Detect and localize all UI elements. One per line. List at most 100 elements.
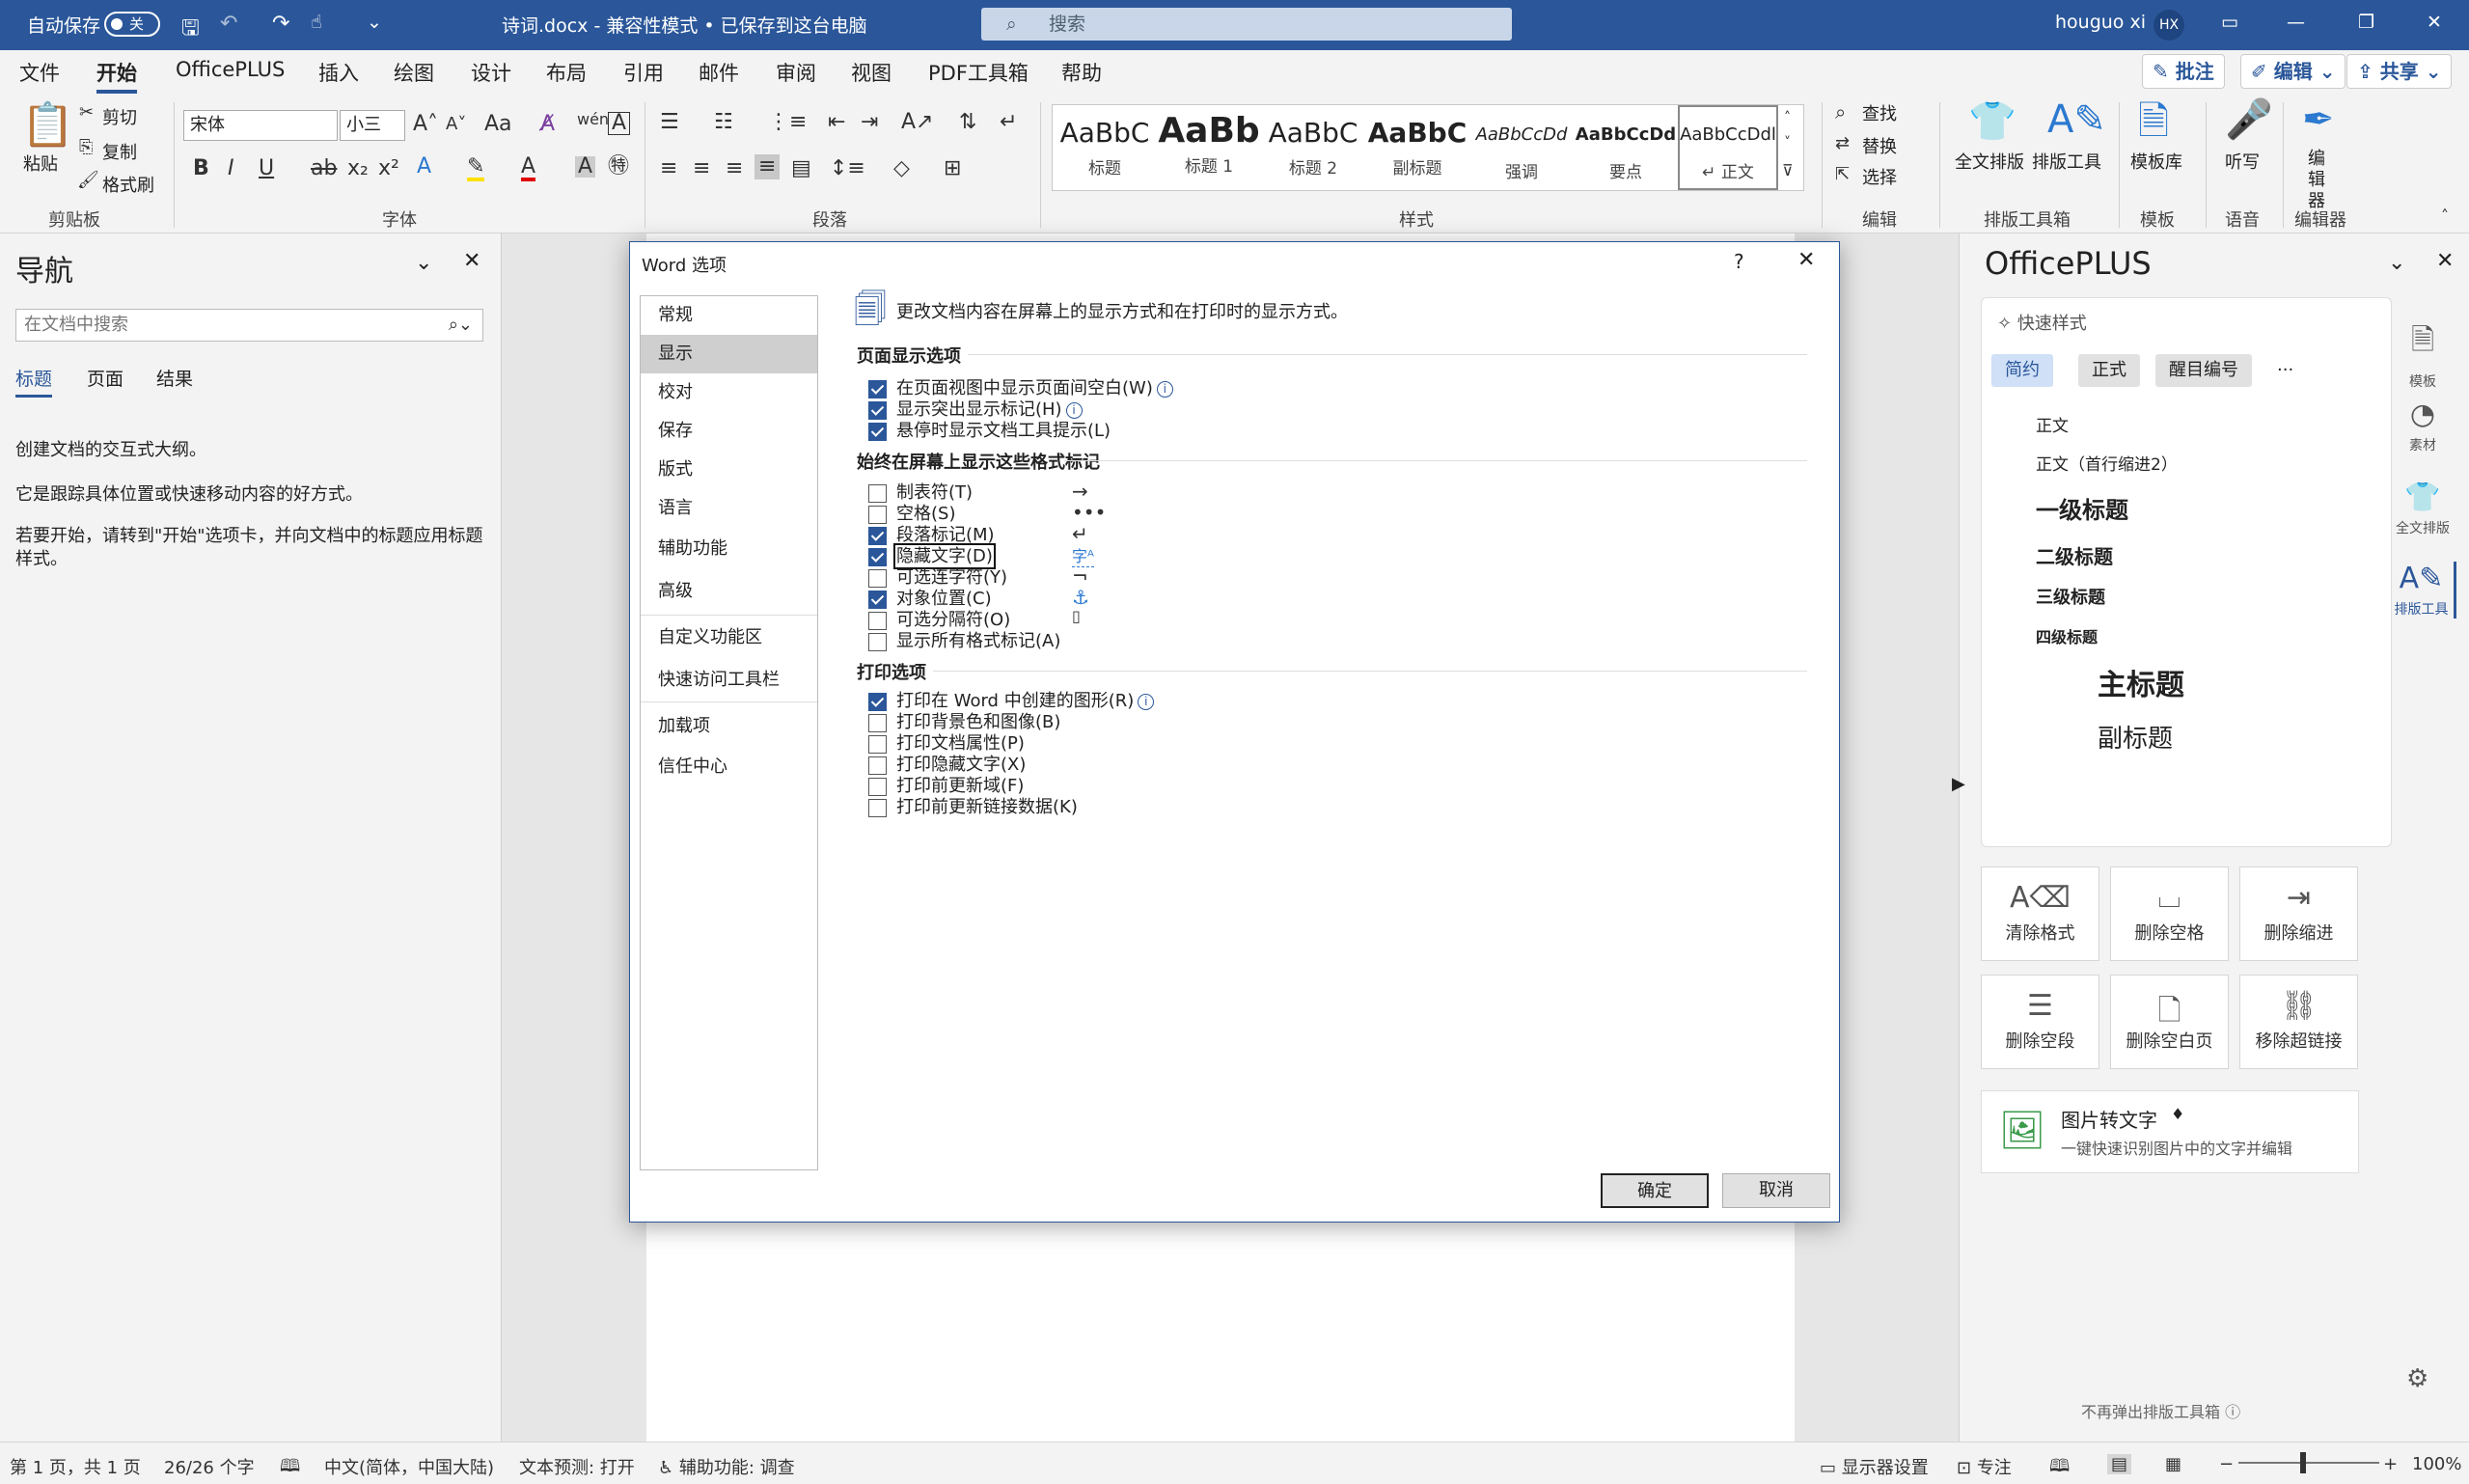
tab-home[interactable]: 开始 [96, 58, 137, 94]
qs-tab-simple[interactable]: 简约 [1991, 354, 2053, 387]
asian-layout-icon[interactable]: A↗ [901, 112, 933, 133]
nav-options-icon[interactable]: ⌄ [415, 251, 432, 275]
undo-icon[interactable]: ↶ [220, 12, 237, 36]
category-language[interactable]: 语言 [641, 489, 817, 528]
style-heading1[interactable]: AaBb 标题 1 [1157, 105, 1261, 190]
tab-review[interactable]: 审阅 [776, 58, 816, 87]
nav-tab-headings[interactable]: 标题 [15, 365, 53, 398]
checkbox[interactable] [868, 422, 887, 441]
select-icon[interactable]: ⇱ [1835, 166, 1850, 183]
avatar[interactable]: HX [2154, 10, 2184, 41]
subscript-icon[interactable]: x₂ [347, 158, 369, 179]
distributed-icon[interactable]: ▤ [791, 158, 811, 179]
save-icon[interactable]: 🖫 [181, 12, 200, 48]
settings-gear-icon[interactable]: ⚙ [2406, 1364, 2428, 1393]
tab-mailings[interactable]: 邮件 [699, 58, 739, 87]
format-painter-icon[interactable]: 🖌 [77, 172, 99, 189]
category-display[interactable]: 显示 [641, 335, 817, 373]
full-layout-icon[interactable]: 👕 [1968, 102, 2016, 141]
style-heading2[interactable]: AaBbC 标题 2 [1261, 105, 1365, 190]
remove-indent-tool[interactable]: ⇥ 删除缩进 [2239, 866, 2358, 961]
qs-style-h2[interactable]: 二级标题 [2036, 541, 2113, 569]
touch-mode-icon[interactable]: ☝ [311, 12, 322, 33]
superscript-icon[interactable]: x² [378, 158, 399, 179]
font-name-combo[interactable]: 宋体 [183, 110, 338, 141]
zoom-in-icon[interactable]: + [2383, 1454, 2398, 1474]
category-accessibility[interactable]: 辅助功能 [641, 530, 817, 568]
checkbox[interactable] [868, 526, 887, 545]
category-addins[interactable]: 加载项 [641, 707, 817, 746]
nav-search-input[interactable]: 在文档中搜索 ⌕⌄ [15, 309, 483, 342]
sort-icon[interactable]: ⇅ [959, 112, 976, 133]
styles-scroll-down-icon[interactable]: ˅ [1784, 136, 1791, 150]
category-customize-ribbon[interactable]: 自定义功能区 [641, 618, 817, 657]
style-title[interactable]: AaBbC 标题 [1053, 105, 1157, 190]
replace-button[interactable]: 替换 [1862, 133, 1897, 158]
checkbox[interactable] [868, 756, 887, 775]
dialog-close-icon[interactable]: ✕ [1797, 248, 1815, 272]
clear-format-tool[interactable]: A⌫ 清除格式 [1981, 866, 2099, 961]
autosave-toggle[interactable]: 关 [104, 12, 160, 37]
minimize-icon[interactable]: — [2287, 12, 2305, 33]
share-button[interactable]: ⇪ 共享 ⌄ [2346, 54, 2453, 89]
qs-tab-formal[interactable]: 正式 [2078, 354, 2140, 387]
dictate-button[interactable]: 听写 [2225, 149, 2260, 174]
strikethrough-icon[interactable]: ab [311, 158, 337, 179]
zoom-level[interactable]: 100% [2412, 1454, 2461, 1474]
style-strong[interactable]: AaBbCcDd 要点 [1574, 105, 1678, 190]
template-library-button[interactable]: 模板库 [2130, 149, 2182, 174]
template-library-icon[interactable]: 🗎 [2138, 102, 2169, 141]
styles-more-icon[interactable]: ⊽ [1782, 163, 1794, 179]
numbering-icon[interactable]: ☷ [714, 112, 733, 133]
checkbox[interactable] [868, 777, 887, 796]
checkbox[interactable] [868, 483, 887, 503]
text-prediction-status[interactable]: 文本预测: 打开 [519, 1454, 635, 1479]
web-layout-icon[interactable]: ▦ [2165, 1454, 2181, 1474]
category-save[interactable]: 保存 [641, 412, 817, 451]
category-typography[interactable]: 版式 [641, 451, 817, 489]
change-case-icon[interactable]: Aa [484, 114, 512, 135]
dialog-help-button[interactable]: ? [1734, 250, 1744, 273]
shading-icon[interactable]: ◇ [893, 158, 910, 179]
font-size-combo[interactable]: 小三 [340, 110, 405, 141]
nav-tab-results[interactable]: 结果 [156, 365, 193, 391]
customize-qat-icon[interactable]: ⌄ [367, 12, 382, 33]
panel-options-icon[interactable]: ⌄ [2388, 251, 2405, 275]
remove-blank-page-tool[interactable]: 🗋 删除空白页 [2110, 975, 2229, 1069]
text-effects-icon[interactable]: A [417, 156, 431, 178]
italic-icon[interactable]: I [228, 158, 234, 179]
show-marks-icon[interactable]: ↵ [1000, 112, 1017, 133]
proofing-icon[interactable]: 🕮 [280, 1454, 300, 1483]
checkbox[interactable] [868, 611, 887, 630]
checkbox[interactable] [868, 568, 887, 588]
category-general[interactable]: 常规 [641, 296, 817, 335]
remove-empty-para-tool[interactable]: ☰ 删除空段 [1981, 975, 2099, 1069]
format-painter-button[interactable]: 格式刷 [102, 172, 154, 197]
font-color-icon[interactable]: A [521, 156, 536, 181]
qs-style-main-title[interactable]: 主标题 [2098, 661, 2184, 703]
styles-scroll-up-icon[interactable]: ˄ [1784, 111, 1791, 124]
qs-style-body[interactable]: 正文 [2036, 412, 2069, 436]
copy-button[interactable]: 复制 [102, 139, 137, 164]
tab-references[interactable]: 引用 [623, 58, 664, 87]
read-mode-icon[interactable]: 🕮 [2049, 1454, 2070, 1483]
user-name[interactable]: houguo xi [2055, 12, 2146, 33]
nav-search-icon[interactable]: ⌕⌄ [449, 310, 473, 341]
panel-close-icon[interactable]: ✕ [2436, 249, 2454, 273]
copy-icon[interactable]: ⎘ [79, 139, 93, 156]
tab-pdf-tools[interactable]: PDF工具箱 [928, 58, 1029, 87]
category-advanced[interactable]: 高级 [641, 572, 817, 611]
align-center-icon[interactable]: ≡ [693, 158, 710, 179]
opt-show-all-marks[interactable]: 显示所有格式标记(A) [868, 628, 1060, 655]
word-count[interactable]: 26/26 个字 [164, 1454, 255, 1479]
nav-close-icon[interactable]: ✕ [463, 249, 480, 273]
ribbon-display-icon[interactable]: ▭ [2221, 12, 2238, 33]
highlight-icon[interactable]: ✎ [467, 156, 485, 181]
remove-spaces-tool[interactable]: ⌴ 删除空格 [2110, 866, 2229, 961]
line-spacing-icon[interactable]: ↕≡ [830, 158, 865, 179]
bullets-icon[interactable]: ☰ [660, 112, 679, 133]
dont-show-again-link[interactable]: 不再弹出排版工具箱 ⓘ [2081, 1399, 2240, 1422]
qs-tab-numbered[interactable]: 醒目编号 [2155, 354, 2252, 387]
tab-help[interactable]: 帮助 [1061, 58, 1102, 87]
remove-hyperlink-tool[interactable]: ⛓ 移除超链接 [2239, 975, 2358, 1069]
